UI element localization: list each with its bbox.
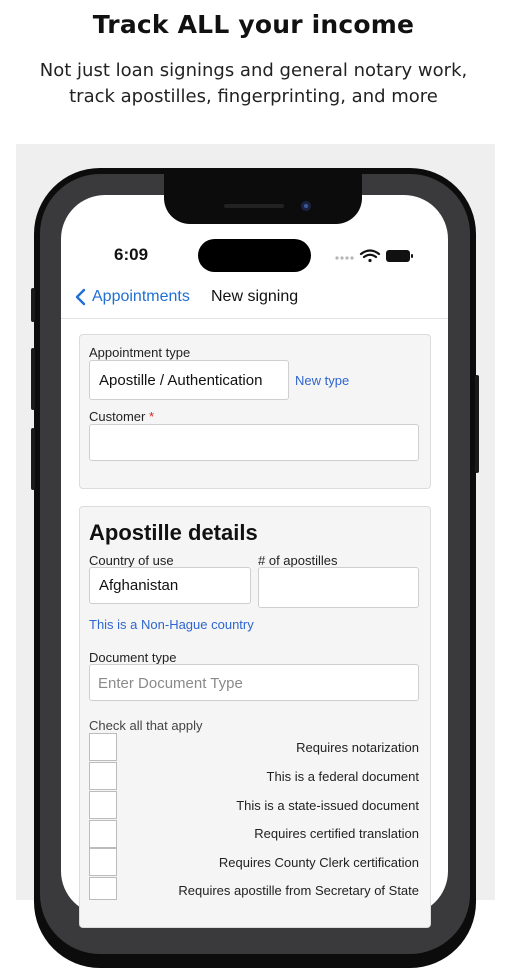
customer-field[interactable] [89,424,419,461]
customer-label-text: Customer [89,409,146,424]
back-button[interactable]: Appointments [92,288,190,306]
apostille-count-input[interactable] [258,567,419,608]
document-type-label: Document type [89,650,177,665]
checkbox-federal-document[interactable] [89,762,117,790]
back-chevron-icon[interactable] [74,288,86,306]
front-camera [301,201,311,211]
check-label-requires-notarization: Requires notarization [296,740,419,755]
wifi-icon [359,249,381,263]
apostille-count-label: # of apostilles [258,553,338,568]
country-label: Country of use [89,553,174,568]
new-type-link[interactable]: New type [295,373,349,388]
battery-icon [386,250,413,262]
dynamic-island [198,239,311,272]
side-button-mute [31,288,35,322]
check-all-label: Check all that apply [89,718,203,733]
status-icons [335,249,413,263]
check-label-certified-translation: Requires certified translation [254,826,419,841]
appointment-type-value: Apostille / Authentication [99,372,263,389]
apostille-section-title: Apostille details [89,520,258,545]
status-time: 6:09 [114,245,149,264]
customer-label: Customer * [89,409,154,424]
check-label-state-issued-document: This is a state-issued document [236,798,419,813]
checkbox-requires-notarization[interactable] [89,733,117,761]
earpiece-speaker [224,204,284,208]
country-value: Afghanistan [99,577,179,594]
side-button-volume-up [31,348,35,410]
nav-title: New signing [211,288,299,305]
promo-subline: Not just loan signings and general notar… [39,60,468,107]
side-button-volume-down [31,428,35,490]
promo-headline: Track ALL your income [92,10,415,39]
side-button-power [475,375,479,473]
checkbox-state-issued-document[interactable] [89,791,117,819]
checkbox-secretary-of-state-apostille[interactable] [89,877,117,900]
appointment-type-label: Appointment type [89,345,191,360]
checkbox-county-clerk-certification[interactable] [89,848,117,876]
required-marker: * [148,409,155,424]
check-label-federal-document: This is a federal document [266,769,419,784]
hague-status-note: This is a Non-Hague country [89,617,254,632]
top-notch [164,168,362,224]
check-label-county-clerk-certification: Requires County Clerk certification [218,855,419,870]
check-label-secretary-of-state-apostille: Requires apostille from Secretary of Sta… [178,883,419,898]
signal-icon [335,256,354,260]
document-type-placeholder: Enter Document Type [98,675,243,692]
checkbox-certified-translation[interactable] [89,820,117,848]
